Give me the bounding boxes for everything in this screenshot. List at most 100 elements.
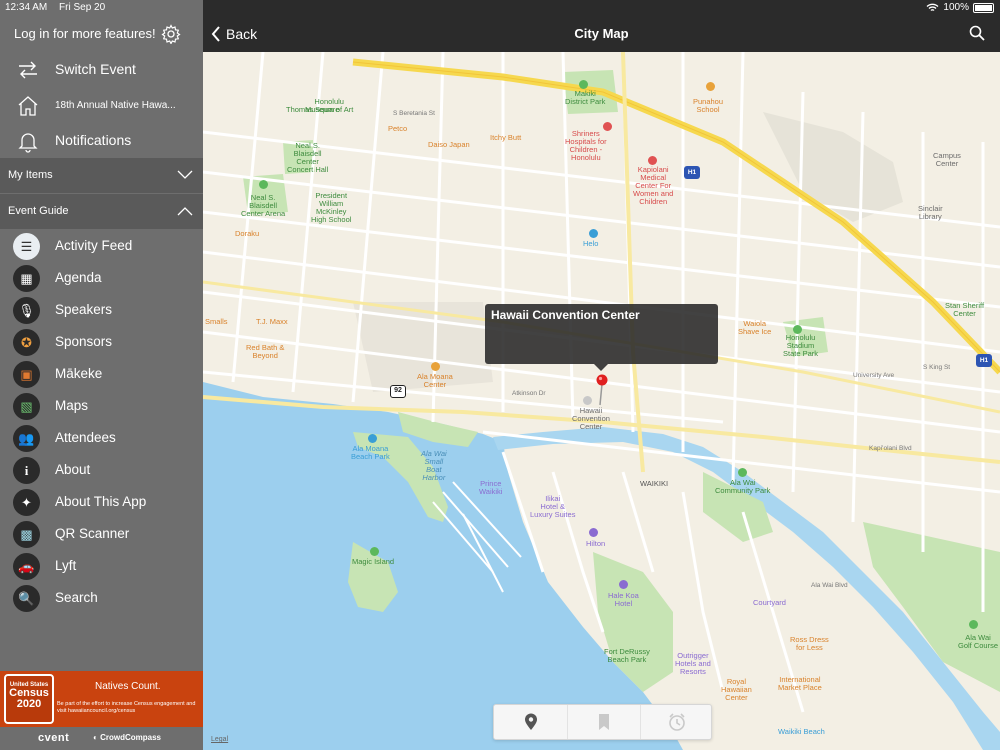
swap-arrows-icon <box>19 61 37 79</box>
sidebar-item-sponsors[interactable]: ✪ Sponsors <box>0 326 203 358</box>
sidebar-item-label: Agenda <box>55 270 102 285</box>
map-label: Thomas Square <box>286 105 340 114</box>
h1-shield: H1 <box>976 354 992 367</box>
poi-dot <box>583 396 592 405</box>
sidebar-item-speakers[interactable]: 🎙 Speakers <box>0 294 203 326</box>
clock-button[interactable] <box>640 705 713 739</box>
map-label: University Ave <box>853 372 895 379</box>
sidebar-item-maps[interactable]: ▧ Maps <box>0 390 203 422</box>
sidebar-item-activity-feed[interactable]: ☰ Activity Feed <box>0 230 203 262</box>
poi-dot <box>793 325 802 334</box>
sidebar-item-lyft[interactable]: 🚗 Lyft <box>0 550 203 582</box>
census-logo: United States Census 2020 <box>4 674 54 724</box>
poi-dot <box>368 434 377 443</box>
map-label: Ala Moana Beach Park <box>351 444 390 461</box>
qr-icon: ▩ <box>13 521 40 548</box>
map-label: WAIKIKI <box>640 479 669 488</box>
battery-percent: 100% <box>943 2 969 13</box>
sidebar-item-notifications[interactable]: Notifications <box>0 123 203 158</box>
sidebar-item-makeke[interactable]: ▣ Mākeke <box>0 358 203 390</box>
map-label: Prince Waikiki <box>479 479 503 496</box>
sidebar-item-label: Mākeke <box>55 366 103 381</box>
section-label: My Items <box>8 169 53 181</box>
legal-link[interactable]: Legal <box>211 736 228 743</box>
bookmark-button[interactable] <box>567 705 640 739</box>
census-banner[interactable]: United States Census 2020 Natives Count.… <box>0 671 203 727</box>
location-button[interactable] <box>494 705 567 739</box>
magnifier-icon: 🔍 <box>13 585 40 612</box>
poi-dot <box>431 362 440 371</box>
sidebar-item-label: Search <box>55 590 98 605</box>
login-link[interactable]: Log in for more features! <box>14 26 156 41</box>
sidebar-item-search[interactable]: 🔍 Search <box>0 582 203 614</box>
section-event-guide[interactable]: Event Guide <box>0 194 203 229</box>
poi-dot <box>603 122 612 131</box>
map-label: Petco <box>388 124 408 133</box>
section-label: Event Guide <box>8 205 69 217</box>
map-label: Kapiolani Medical Center For Women and Child… <box>633 165 674 206</box>
bag-icon: ▣ <box>13 361 40 388</box>
map-pin-icon[interactable] <box>595 374 609 406</box>
poi-dot <box>589 528 598 537</box>
map-label: Makiki District Park <box>565 89 606 106</box>
map-label: Ala Moana Center <box>417 372 453 389</box>
route-92-shield: 92 <box>390 385 406 398</box>
sidebar-item-qr-scanner[interactable]: ▩ QR Scanner <box>0 518 203 550</box>
sidebar-item-attendees[interactable]: 👥 Attendees <box>0 422 203 454</box>
map-toolbar <box>493 704 712 740</box>
poi-dot <box>259 180 268 189</box>
sidebar-item-label: Maps <box>55 398 89 413</box>
poi-dot <box>706 82 715 91</box>
chevron-down-icon <box>177 170 193 179</box>
sidebar-item-about[interactable]: i About <box>0 454 203 486</box>
callout-tip <box>594 364 608 371</box>
sidebar: 12:34 AM Fri Sep 20 Log in for more feat… <box>0 0 203 750</box>
location-callout[interactable]: Hawaii Convention Center <box>485 304 718 364</box>
gear-icon[interactable] <box>161 24 181 44</box>
search-icon[interactable] <box>968 24 986 42</box>
crowdcompass-logo: ◐ CrowdCompass <box>93 733 161 742</box>
map-label: International Market Place <box>778 675 822 692</box>
map-label: Ross Dress for Less <box>790 635 829 652</box>
chevron-up-icon <box>177 207 193 216</box>
calendar-icon: ▦ <box>13 265 40 292</box>
poi-dot <box>648 156 657 165</box>
map-label: Waikiki Beach <box>778 727 825 736</box>
crowdcompass-text: CrowdCompass <box>100 733 161 742</box>
city-map[interactable]: Honolulu Museum of Art Thomas Square Maki… <box>203 52 1000 750</box>
map-label: Sinclair Library <box>918 204 943 221</box>
sidebar-item-agenda[interactable]: ▦ Agenda <box>0 262 203 294</box>
map-label: Punahou School <box>693 97 724 114</box>
map-label: Ala Wai Community Park <box>715 478 771 495</box>
car-icon: 🚗 <box>13 553 40 580</box>
status-time: 12:34 AM <box>5 2 48 13</box>
sidebar-item-label: Lyft <box>55 558 77 573</box>
map-label: Shriners Hospitals for Children - Honolulu <box>565 129 607 162</box>
sidebar-item-event[interactable]: 18th Annual Native Hawa... <box>0 88 203 123</box>
sidebar-item-label: QR Scanner <box>55 526 130 541</box>
location-pin-icon <box>524 713 537 730</box>
sidebar-item-label: 18th Annual Native Hawa... <box>55 100 176 111</box>
map-label: S King St <box>923 364 951 371</box>
map-icon: ▧ <box>13 393 40 420</box>
map-label: Royal Hawaiian Center <box>721 677 752 702</box>
logo-line: 2020 <box>16 698 42 710</box>
sidebar-item-about-app[interactable]: ✦ About This App <box>0 486 203 518</box>
bell-icon <box>18 133 38 153</box>
poi-dot <box>738 468 747 477</box>
medal-icon: ✪ <box>13 329 40 356</box>
sidebar-item-switch-event[interactable]: Switch Event <box>0 52 203 87</box>
status-bar-left: 12:34 AM Fri Sep 20 <box>5 2 114 13</box>
status-bar-right: 100% <box>926 2 994 13</box>
map-label: Ala Wai Blvd <box>811 582 848 589</box>
main-panel: 100% Back City Map Honolulu Museum of Ar… <box>203 0 1000 750</box>
map-label: Courtyard <box>753 598 786 607</box>
bookmark-icon <box>599 714 609 730</box>
map-label: Ilikai Hotel & Luxury Suites <box>530 494 576 519</box>
section-my-items[interactable]: My Items <box>0 158 203 193</box>
sidebar-item-label: Sponsors <box>55 334 113 349</box>
map-label: Atkinson Dr <box>512 390 546 397</box>
map-label: Smalls <box>205 317 228 326</box>
people-icon: 👥 <box>13 425 40 452</box>
sidebar-item-label: Attendees <box>55 430 116 445</box>
